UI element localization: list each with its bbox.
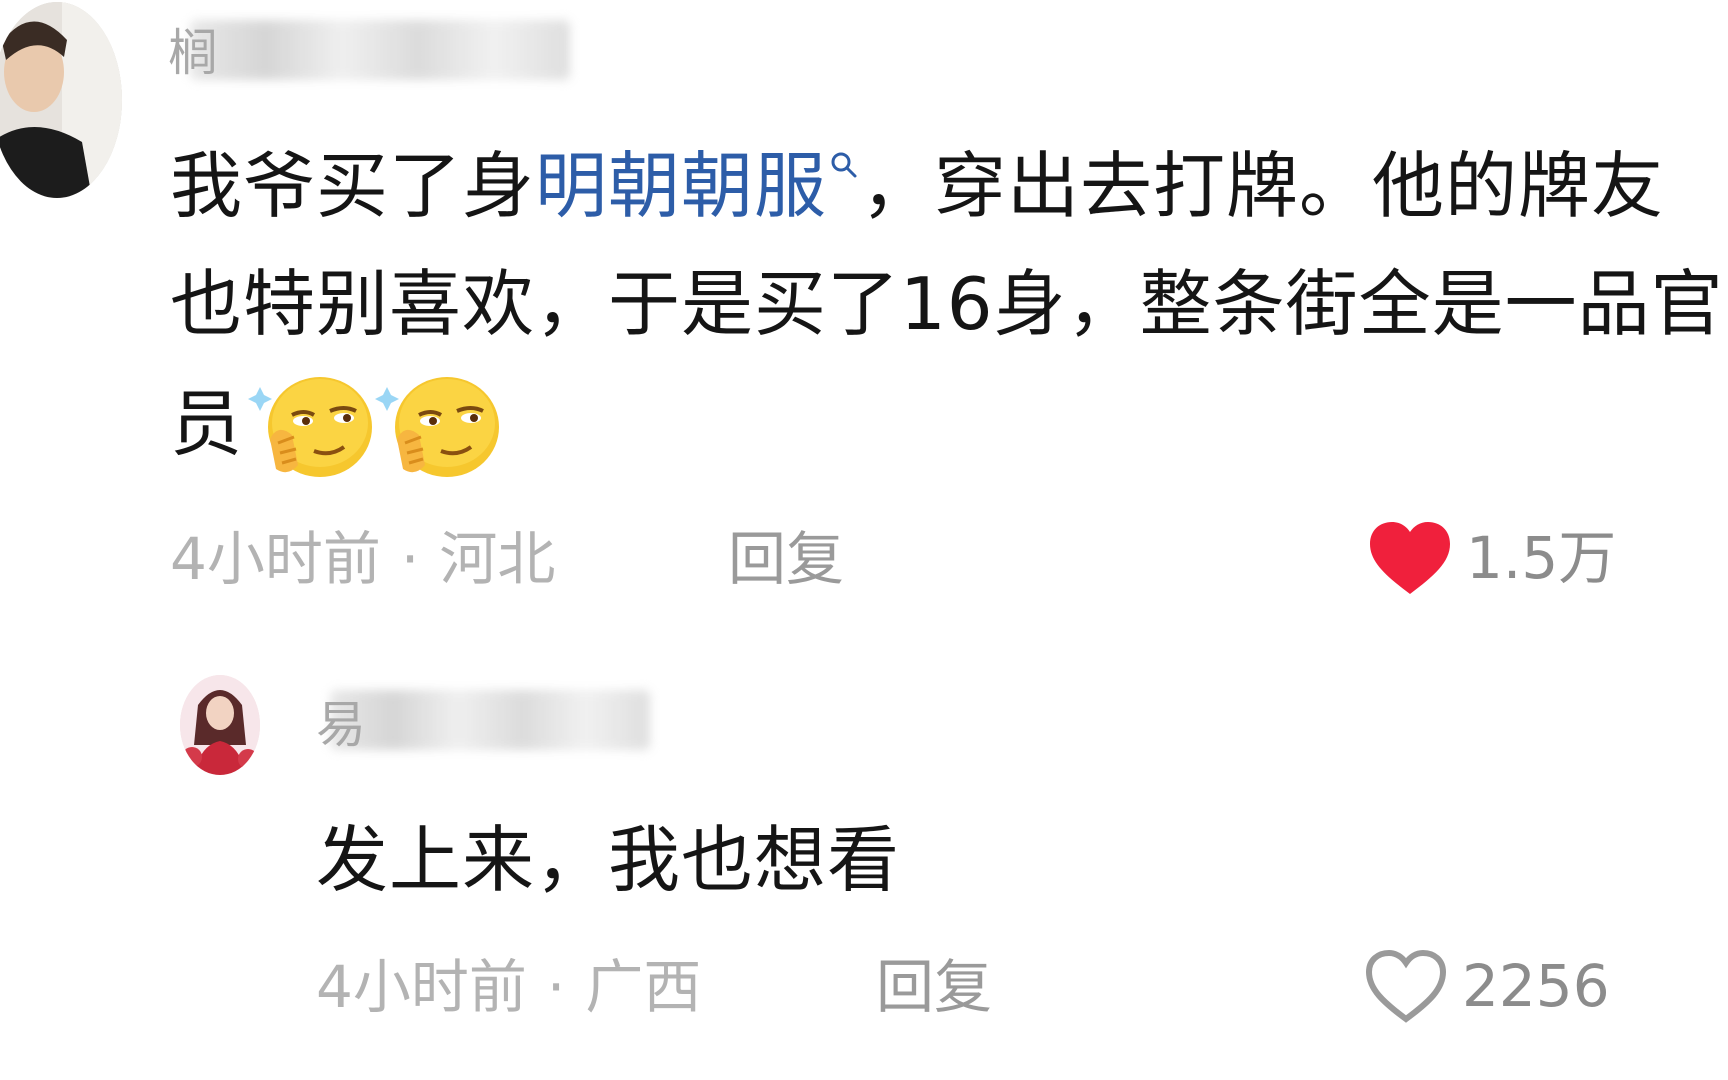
username-initial: 易 [316,696,366,754]
avatar[interactable] [0,2,122,198]
username-blurred [330,690,650,750]
keyword-text: 明朝朝服 [535,144,828,228]
reply-button[interactable]: 回复 [728,530,844,588]
user-photo-avatar-icon [0,2,122,198]
girl-avatar-icon [180,675,260,775]
username-blurred [190,20,570,80]
comment-thread: 榈 我爷买了身明朝朝服 ，穿出去打牌。他的牌友 也特别喜欢，于是买了16身，整条街… [0,0,1728,1080]
comment-text-segment: 我爷买了身 [170,144,536,228]
comment-meta: 4小时前 · 河北 [170,530,555,588]
comment-meta: 4小时前 · 广西 [316,958,701,1016]
comment-location: 广西 [585,953,702,1021]
heart-outline-icon [1365,949,1447,1023]
like-button[interactable]: 2256 [1364,948,1610,1024]
comment-time: 4小时前 [316,953,527,1021]
smirk-emoji-icon [375,377,499,477]
username-initial: 榈 [168,24,218,82]
smirk-emoji-icon [248,377,372,477]
comment-text-segment: ，穿出去打牌。他的牌友 [861,144,1665,228]
search-icon [827,150,861,210]
like-count: 2256 [1462,952,1610,1020]
meta-separator: · [546,953,566,1021]
comment-location: 河北 [439,525,556,593]
comment-text-line-1: 我爷买了身明朝朝服 ，穿出去打牌。他的牌友 [170,150,1664,222]
meta-separator: · [400,525,420,593]
comment-text-line-3: 员 [170,382,244,466]
heart-filled-icon [1370,522,1450,594]
reply-button[interactable]: 回复 [876,958,992,1016]
keyword-search-link[interactable]: 明朝朝服 [535,144,861,228]
avatar[interactable] [180,675,260,775]
reply-comment-text: 发上来，我也想看 [316,818,901,902]
comment-time: 4小时前 [170,525,381,593]
comment-text-line-2: 也特别喜欢，于是买了16身，整条街全是一品官 [170,262,1724,346]
like-count: 1.5万 [1466,524,1617,592]
like-button[interactable]: 1.5万 [1368,520,1616,596]
